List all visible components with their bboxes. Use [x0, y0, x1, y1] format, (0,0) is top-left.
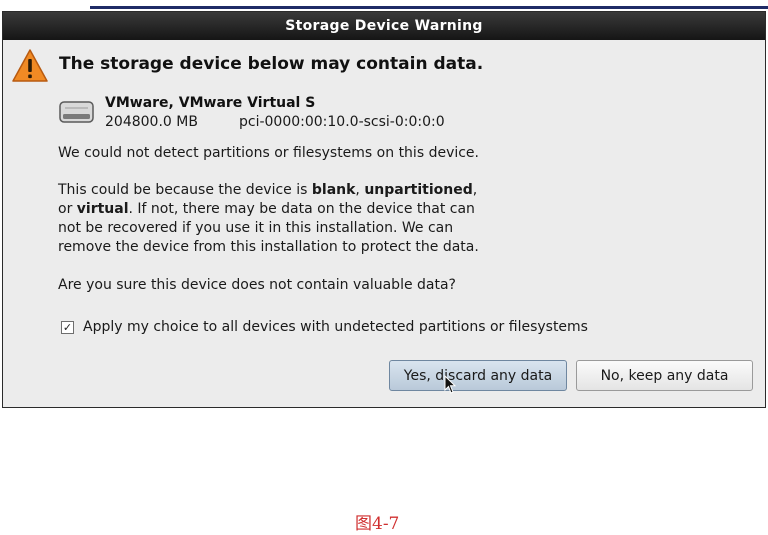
device-path: pci-0000:00:10.0-scsi-0:0:0:0 [239, 114, 445, 130]
explanation-text: This could be because the device is blan… [58, 182, 479, 255]
background-window-edge [90, 6, 768, 9]
apply-all-label[interactable]: Apply my choice to all devices with unde… [83, 319, 588, 335]
apply-all-checkbox[interactable]: ✓ [61, 320, 74, 334]
storage-warning-dialog: Storage Device Warning The storage devic… [2, 11, 766, 408]
discard-data-button[interactable]: Yes, discard any data [389, 360, 567, 391]
no-partitions-text: We could not detect partitions or filesy… [58, 145, 479, 161]
dialog-content: The storage device below may contain dat… [3, 40, 765, 407]
keep-data-button[interactable]: No, keep any data [576, 360, 753, 391]
dialog-title: Storage Device Warning [3, 12, 765, 40]
warning-triangle-icon [12, 49, 48, 82]
apply-all-row[interactable]: ✓ Apply my choice to all devices with un… [61, 319, 588, 335]
confirmation-question: Are you sure this device does not contai… [58, 277, 456, 293]
device-name: VMware, VMware Virtual S [105, 95, 316, 111]
hard-disk-icon [59, 101, 94, 123]
figure-caption: 图4-7 [355, 514, 400, 534]
mouse-cursor-icon [444, 375, 456, 394]
device-size: 204800.0 MB [105, 114, 198, 130]
dialog-heading: The storage device below may contain dat… [59, 54, 484, 74]
